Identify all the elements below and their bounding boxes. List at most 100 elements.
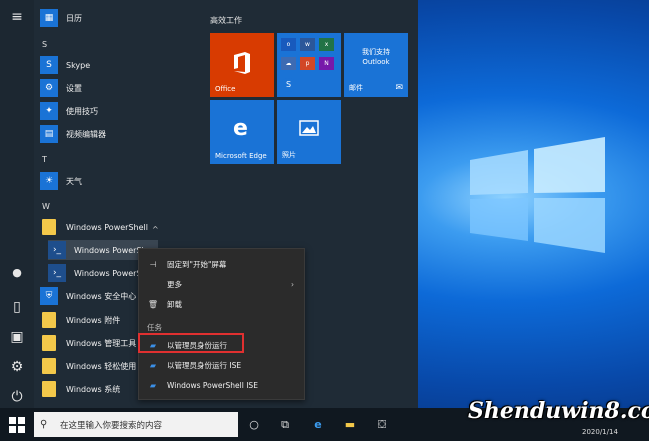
- lightbulb-icon: ✦: [40, 102, 58, 120]
- folder-icon: [40, 311, 58, 329]
- gear-icon: ⚙: [40, 79, 58, 97]
- skype-mini-icon: S: [281, 78, 296, 92]
- section-letter-w[interactable]: W: [42, 202, 50, 211]
- powershell-ise-icon: ▰: [149, 380, 157, 390]
- tile-photos[interactable]: 照片: [277, 100, 341, 164]
- app-video-editor[interactable]: ▤ 视频编辑器: [40, 124, 106, 144]
- tile-label: Microsoft Edge: [215, 152, 267, 160]
- folder-icon: [40, 357, 58, 375]
- video-editor-icon: ▤: [40, 125, 58, 143]
- section-letter-t[interactable]: T: [42, 155, 47, 164]
- onedrive-mini-icon: ☁: [281, 57, 296, 70]
- context-menu: ⊣ 固定到"开始"屏幕 更多 › 🗑 卸载 任务 ▰ 以管理员身份运行 ▰ 以管…: [138, 248, 305, 400]
- search-icon: ⚲: [40, 419, 48, 430]
- app-powershell-ise[interactable]: ›_ Windows PowerS: [48, 263, 142, 283]
- cortana-icon[interactable]: ○: [246, 417, 262, 433]
- app-folder-powershell[interactable]: Windows PowerShell: [40, 217, 148, 237]
- documents-icon[interactable]: ▯: [8, 298, 26, 316]
- app-label: Windows 附件: [66, 315, 121, 325]
- taskbar-date: 2020/1/14: [582, 428, 618, 436]
- tile-label: 邮件: [349, 84, 363, 92]
- word-mini-icon: w: [300, 38, 315, 51]
- file-explorer-icon[interactable]: ▬: [342, 417, 358, 433]
- menu-item-pin-to-start[interactable]: ⊣ 固定到"开始"屏幕: [139, 255, 304, 273]
- windows-logo-wallpaper: [470, 137, 605, 253]
- search-placeholder: 在这里输入你要搜索的内容: [60, 420, 163, 431]
- windows-start-icon[interactable]: [8, 416, 26, 434]
- tile-mail[interactable]: 我们支持 Outlook 邮件 ✉: [344, 33, 408, 97]
- app-label: 设置: [66, 83, 82, 93]
- taskbar-search-box[interactable]: ⚲ 在这里输入你要搜索的内容: [34, 412, 238, 437]
- app-folder-ease-of-access[interactable]: Windows 轻松使用: [40, 356, 136, 376]
- tile-text: Outlook: [362, 58, 390, 66]
- trash-icon: 🗑: [147, 299, 159, 309]
- user-account-icon[interactable]: ●: [8, 264, 26, 282]
- powershell-ise-icon: ▰: [149, 360, 157, 370]
- outlook-mini-icon: o: [281, 38, 296, 51]
- app-label: Windows 安全中心: [66, 291, 137, 301]
- app-calendar[interactable]: ▦ 日历: [40, 8, 82, 28]
- skype-icon: S: [40, 56, 58, 74]
- folder-icon: [40, 380, 58, 398]
- start-menu-rail: ≡ ● ▯ ▣ ⚙ ⏻: [0, 0, 34, 408]
- app-folder-system[interactable]: Windows 系统: [40, 379, 120, 399]
- app-label: Windows 管理工具: [66, 338, 137, 348]
- edge-taskbar-icon[interactable]: e: [310, 417, 326, 433]
- app-label: Windows PowerS: [74, 268, 142, 278]
- powershell-ise-icon: ›_: [48, 264, 66, 282]
- photos-icon: [299, 120, 319, 136]
- pictures-icon[interactable]: ▣: [8, 328, 26, 346]
- tile-group-title: 高效工作: [210, 16, 242, 25]
- watermark-logo: Shenduwin8.com: [468, 398, 649, 424]
- calendar-icon: ▦: [40, 9, 58, 27]
- menu-item-uninstall[interactable]: 🗑 卸载: [139, 295, 304, 313]
- task-view-icon[interactable]: ⧉: [277, 417, 293, 433]
- excel-mini-icon: x: [319, 38, 334, 51]
- app-windows-security[interactable]: ⛨ Windows 安全中心: [40, 286, 136, 306]
- app-skype[interactable]: S Skype: [40, 55, 90, 75]
- app-folder-accessories[interactable]: Windows 附件: [40, 310, 120, 330]
- app-folder-admin-tools[interactable]: Windows 管理工具: [40, 333, 136, 353]
- edge-icon: e: [233, 116, 248, 141]
- tile-office-apps-group[interactable]: o w x ☁ p N S: [277, 33, 341, 97]
- menu-item-powershell-ise[interactable]: ▰ Windows PowerShell ISE: [139, 376, 304, 394]
- office-icon: [234, 52, 250, 74]
- app-label: Windows PowerSh: [74, 245, 147, 255]
- app-label: Windows 系统: [66, 384, 121, 394]
- powerpoint-mini-icon: p: [300, 57, 315, 70]
- mail-envelope-icon: ✉: [395, 83, 403, 93]
- folder-icon: [40, 334, 58, 352]
- tile-edge[interactable]: e Microsoft Edge: [210, 100, 274, 164]
- folder-icon: [40, 218, 58, 236]
- onenote-mini-icon: N: [319, 57, 334, 70]
- power-icon[interactable]: ⏻: [8, 388, 26, 406]
- app-tips[interactable]: ✦ 使用技巧: [40, 101, 98, 121]
- chevron-right-icon: ›: [291, 279, 294, 289]
- app-label: Skype: [66, 60, 91, 70]
- app-weather[interactable]: ☀ 天气: [40, 171, 82, 191]
- weather-sun-icon: ☀: [40, 172, 58, 190]
- powershell-icon: ›_: [48, 241, 66, 259]
- chevron-up-icon[interactable]: ^: [152, 225, 159, 234]
- shield-icon: ⛨: [40, 287, 58, 305]
- pin-icon: ⊣: [149, 259, 157, 269]
- app-label: 日历: [66, 13, 82, 23]
- app-label: 视频编辑器: [66, 129, 106, 139]
- app-label: Windows 轻松使用: [66, 361, 137, 371]
- hamburger-menu-icon[interactable]: ≡: [8, 8, 26, 26]
- section-letter-s[interactable]: S: [42, 40, 47, 49]
- settings-gear-icon[interactable]: ⚙: [8, 358, 26, 376]
- app-label: 使用技巧: [66, 106, 98, 116]
- tile-text: 我们支持: [362, 48, 390, 56]
- menu-item-more[interactable]: 更多 ›: [139, 275, 304, 293]
- app-label: 天气: [66, 176, 82, 186]
- app-settings[interactable]: ⚙ 设置: [40, 78, 82, 98]
- menu-section-tasks: 任务: [147, 323, 162, 332]
- app-label: Windows PowerShell: [66, 222, 148, 232]
- highlight-box: [138, 333, 244, 353]
- tile-label: Office: [215, 85, 236, 93]
- menu-item-run-ise-as-admin[interactable]: ▰ 以管理员身份运行 ISE: [139, 356, 304, 374]
- tile-office[interactable]: Office: [210, 33, 274, 97]
- tile-label: 照片: [282, 151, 296, 159]
- store-icon[interactable]: ⛋: [374, 417, 390, 433]
